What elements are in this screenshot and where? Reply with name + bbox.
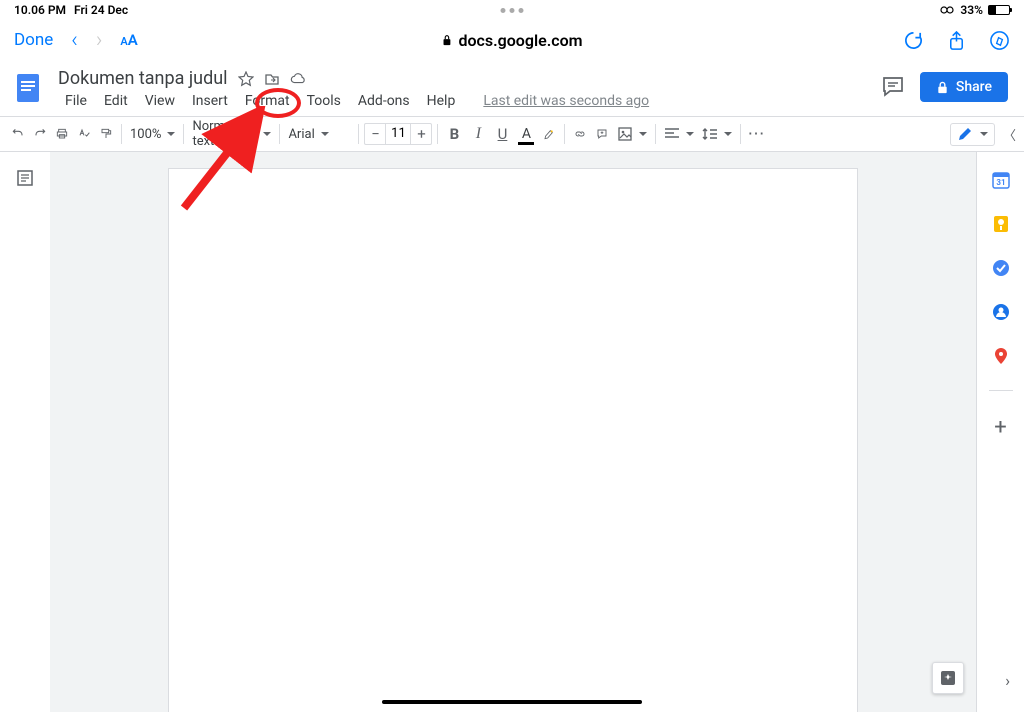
menu-tools[interactable]: Tools (300, 91, 348, 111)
menu-insert[interactable]: Insert (185, 91, 235, 111)
menu-format[interactable]: Format (238, 91, 297, 111)
last-edit-link[interactable]: Last edit was seconds ago (483, 91, 649, 111)
share-lock-icon (936, 81, 949, 94)
battery-icon (988, 5, 1010, 15)
add-addon-button[interactable]: + (994, 415, 1006, 440)
font-size-value[interactable]: 11 (385, 124, 411, 144)
undo-button[interactable] (8, 124, 28, 144)
highlight-button[interactable] (539, 124, 559, 144)
menu-view[interactable]: View (138, 91, 182, 111)
toolbar: 100% Normal text Arial − 11 + B I U A ⋯ … (0, 116, 1024, 152)
maps-icon[interactable] (991, 346, 1011, 366)
url-text: docs.google.com (458, 31, 582, 50)
document-title[interactable]: Dokumen tanpa judul (58, 68, 228, 89)
move-icon[interactable] (264, 71, 280, 87)
compass-icon[interactable] (989, 30, 1010, 51)
text-color-button[interactable]: A (515, 126, 537, 142)
menu-edit[interactable]: Edit (97, 91, 135, 111)
insert-link-button[interactable] (570, 124, 590, 144)
calendar-icon[interactable]: 31 (991, 170, 1011, 190)
google-docs-logo[interactable] (10, 70, 46, 106)
zoom-dropdown[interactable]: 100% (127, 127, 178, 142)
underline-button[interactable]: U (491, 125, 513, 143)
outline-toggle-icon[interactable] (15, 168, 35, 188)
editing-mode-dropdown[interactable] (950, 123, 995, 146)
explore-button[interactable] (932, 662, 964, 694)
menu-help[interactable]: Help (420, 91, 463, 111)
reader-aa-button[interactable]: AA (120, 31, 137, 49)
font-size-box: − 11 + (364, 123, 432, 145)
privacy-icon (939, 5, 955, 15)
tasks-icon[interactable] (991, 258, 1011, 278)
paint-format-button[interactable] (96, 124, 116, 144)
share-button[interactable]: Share (920, 72, 1008, 102)
keep-icon[interactable] (991, 214, 1011, 234)
document-canvas[interactable] (50, 152, 976, 712)
forward-button: › (96, 28, 103, 53)
menu-file[interactable]: File (58, 91, 94, 111)
reload-icon[interactable] (903, 30, 924, 51)
lock-icon (441, 34, 452, 46)
contacts-icon[interactable] (991, 302, 1011, 322)
status-date: Fri 24 Dec (74, 3, 128, 17)
more-tools-button[interactable]: ⋯ (746, 124, 766, 144)
spellcheck-button[interactable] (74, 124, 94, 144)
document-page[interactable] (168, 168, 858, 712)
redo-button[interactable] (30, 124, 50, 144)
print-button[interactable] (52, 124, 72, 144)
address-bar[interactable]: docs.google.com (441, 31, 582, 50)
star-icon[interactable] (238, 71, 254, 87)
bold-button[interactable]: B (443, 125, 465, 143)
status-time: 10.06 PM (14, 3, 66, 17)
home-indicator[interactable] (382, 700, 642, 704)
back-button[interactable]: ‹ (71, 28, 78, 53)
font-dropdown[interactable]: Arial (285, 127, 353, 142)
font-size-decrease[interactable]: − (365, 125, 385, 143)
insert-comment-button[interactable] (592, 124, 612, 144)
style-dropdown[interactable]: Normal text (189, 119, 274, 149)
share-icon[interactable] (946, 30, 967, 51)
pencil-icon (957, 127, 972, 142)
menu-bar: File Edit View Insert Format Tools Add-o… (58, 91, 880, 111)
italic-button[interactable]: I (467, 125, 489, 143)
cloud-status-icon[interactable] (290, 71, 306, 87)
font-size-increase[interactable]: + (411, 125, 431, 143)
expand-sidepanel-button[interactable]: › (1005, 671, 1010, 690)
multitask-dots[interactable] (501, 8, 524, 13)
side-panel: 31 + (976, 152, 1024, 712)
line-spacing-dropdown[interactable] (699, 127, 735, 141)
comments-icon[interactable] (880, 74, 906, 100)
done-button[interactable]: Done (14, 30, 53, 50)
battery-percent: 33% (960, 3, 983, 17)
menu-addons[interactable]: Add-ons (351, 91, 417, 111)
collapse-toolbar-button[interactable]: 〈 (1003, 125, 1016, 144)
align-dropdown[interactable] (661, 128, 697, 140)
insert-image-dropdown[interactable] (614, 126, 650, 142)
svg-text:31: 31 (996, 178, 1005, 187)
